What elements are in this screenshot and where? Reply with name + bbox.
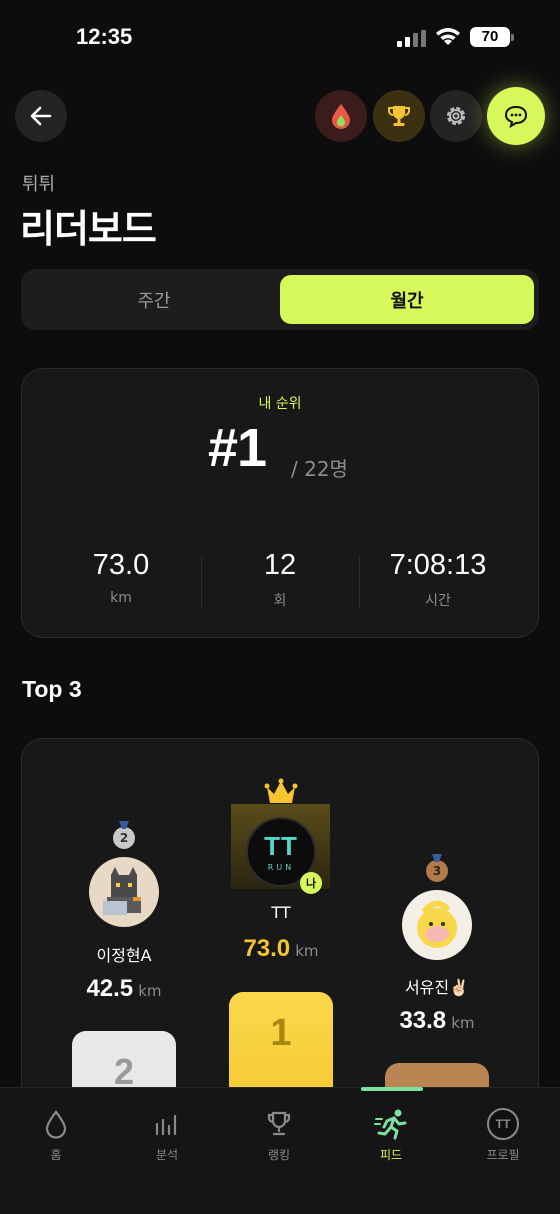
stat-count-value: 12 — [263, 549, 297, 581]
tab-feed-label: 피드 — [379, 1148, 403, 1162]
first-place-name: TT — [271, 903, 291, 922]
duck-character-avatar — [417, 900, 457, 948]
svg-text:TT: TT — [496, 1117, 511, 1131]
stat-time-unit: 시간 — [425, 593, 451, 609]
runner-icon — [374, 1109, 407, 1140]
silver-medal-icon: 2 — [113, 827, 135, 849]
tab-analysis[interactable]: 분석 — [127, 1106, 207, 1163]
tab-profile[interactable]: TT 프로필 — [463, 1106, 543, 1163]
stat-count-unit: 회 — [273, 593, 287, 609]
first-place-distance: 73.0 km — [221, 935, 341, 963]
chat-button[interactable] — [487, 87, 545, 145]
avatar-third[interactable] — [402, 890, 472, 960]
tab-home-label: 홈 — [50, 1148, 62, 1162]
second-place-name: 이정현A — [96, 946, 152, 965]
first-place-distance-value: 73.0 — [243, 935, 291, 962]
tab-feed[interactable]: 피드 — [351, 1106, 431, 1163]
page-title: 리더보드 — [20, 207, 157, 251]
trophy-icon — [267, 1111, 291, 1136]
trophy-icon — [388, 106, 410, 126]
my-rank-label: 내 순위 — [258, 396, 302, 412]
crown-icon — [264, 778, 298, 803]
back-button[interactable] — [15, 90, 67, 142]
top3-heading: Top 3 — [22, 676, 82, 702]
drop-icon — [332, 104, 350, 129]
stat-time: 7:08:13 시간 — [353, 549, 523, 610]
stat-count: 12 회 — [195, 549, 365, 610]
streak-button[interactable] — [315, 90, 367, 142]
trophy-button[interactable] — [373, 90, 425, 142]
third-place-distance-unit: km — [451, 1014, 475, 1032]
battery-indicator: 70 — [470, 27, 514, 47]
stat-distance-unit: km — [110, 590, 132, 606]
third-place-distance: 33.8 km — [377, 1007, 497, 1035]
tab-ranking-label: 랭킹 — [267, 1148, 291, 1162]
stat-distance: 73.0 km — [36, 549, 206, 606]
stat-distance-value: 73.0 — [92, 549, 150, 581]
tab-weekly[interactable]: 주간 — [27, 275, 281, 324]
status-bar: 12:35 70 — [0, 0, 560, 72]
profile-tt-icon: TT — [487, 1108, 519, 1140]
stat-time-value: 7:08:13 — [389, 549, 487, 581]
active-tab-indicator — [361, 1087, 423, 1091]
cellular-signal-icon — [397, 30, 427, 47]
bar-chart-icon — [155, 1114, 177, 1136]
my-rank-value: #1 — [208, 418, 267, 478]
third-place-distance-value: 33.8 — [399, 1007, 447, 1034]
third-place-name: 서유진✌🏻 — [404, 978, 470, 997]
me-badge: 나 — [300, 872, 322, 894]
chat-bubble-icon — [504, 105, 528, 128]
second-place-distance-unit: km — [138, 982, 162, 1000]
tab-monthly[interactable]: 월간 — [280, 275, 534, 324]
group-name: 튀튀 — [22, 174, 56, 195]
bottom-tab-bar: 홈 분석 랭킹 피드 TT 프로필 — [0, 1087, 560, 1214]
avatar-second[interactable] — [89, 857, 159, 927]
arrow-left-icon — [30, 106, 52, 126]
tt-logo-text: TT — [264, 831, 298, 861]
period-segmented-control: 주간 월간 — [21, 269, 539, 330]
first-place-distance-unit: km — [295, 942, 319, 960]
status-time: 12:35 — [76, 24, 133, 49]
bronze-medal-icon: 3 — [426, 860, 448, 882]
tab-ranking[interactable]: 랭킹 — [239, 1106, 319, 1163]
participant-count: / 22명 — [291, 457, 348, 481]
tt-logo-subtext: RUN — [267, 863, 295, 872]
second-place-distance-value: 42.5 — [86, 975, 134, 1002]
tab-analysis-label: 분석 — [155, 1148, 179, 1162]
tab-profile-label: 프로필 — [486, 1148, 520, 1162]
gear-icon — [446, 106, 466, 126]
drop-icon — [45, 1110, 67, 1139]
tab-home[interactable]: 홈 — [16, 1106, 96, 1163]
wifi-icon — [436, 28, 460, 45]
my-rank-card: 내 순위 #1 / 22명 73.0 km 12 회 7:08:13 시간 — [21, 368, 539, 638]
settings-button[interactable] — [430, 90, 482, 142]
second-place-distance: 42.5 km — [64, 975, 184, 1003]
pixel-cat-avatar — [103, 867, 141, 915]
